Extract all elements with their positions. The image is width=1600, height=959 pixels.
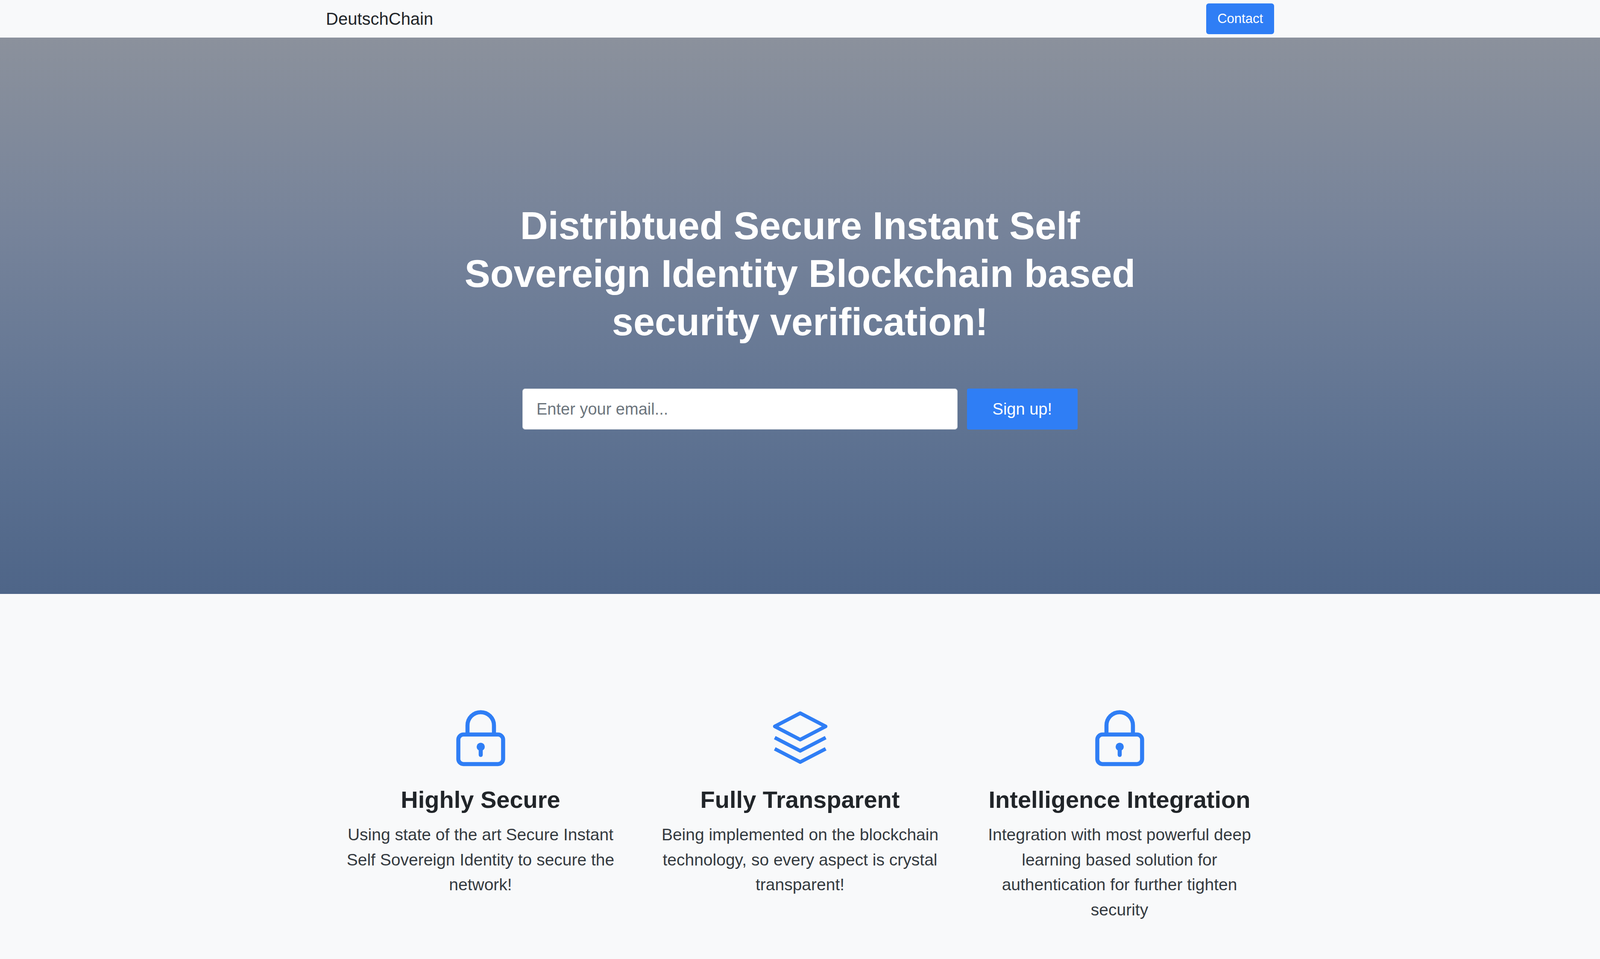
signup-form: Sign up! — [522, 388, 1078, 430]
feature-item: Intelligence Integration Integration with… — [959, 707, 1280, 923]
feature-text: Being implemented on the blockchain tech… — [659, 822, 941, 898]
hero: Distribtued Secure Instant Self Sovereig… — [0, 37, 1600, 595]
layers-icon — [769, 707, 831, 769]
feature-text: Using state of the art Secure Instant Se… — [339, 822, 622, 898]
features: Highly Secure Using state of the art Secu… — [0, 594, 1600, 957]
email-input[interactable] — [522, 388, 958, 430]
feature-title: Intelligence Integration — [969, 785, 1269, 815]
brand-link[interactable]: DeutschChain — [325, 5, 434, 32]
contact-button[interactable]: Contact — [1206, 3, 1275, 34]
feature-text: Integration with most powerful deep lear… — [978, 822, 1261, 923]
signup-button[interactable]: Sign up! — [967, 388, 1078, 430]
feature-item: Fully Transparent Being implemented on th… — [640, 707, 960, 923]
feature-title: Fully Transparent — [650, 785, 950, 815]
lock-icon — [450, 707, 512, 769]
hero-title: Distribtued Secure Instant Self Sovereig… — [432, 202, 1168, 347]
navbar: DeutschChain Contact — [0, 0, 1600, 38]
feature-item: Highly Secure Using state of the art Secu… — [320, 707, 641, 923]
lock-icon — [1089, 707, 1151, 769]
feature-title: Highly Secure — [331, 785, 631, 815]
